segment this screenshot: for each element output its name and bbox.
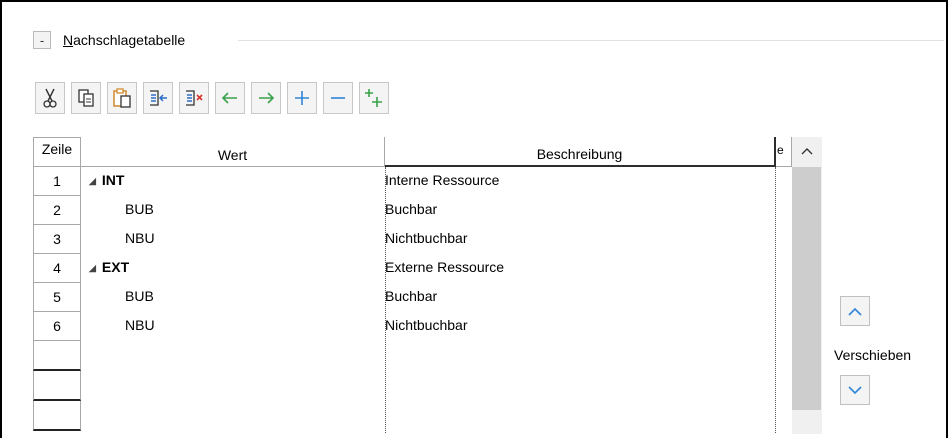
- chevron-down-icon: [848, 385, 862, 394]
- cut-button[interactable]: [35, 82, 65, 114]
- cut-icon: [43, 88, 57, 108]
- tree-expand-icon[interactable]: ◢: [89, 176, 96, 187]
- empty-row[interactable]: [33, 401, 776, 431]
- scrollbar-thumb[interactable]: [792, 167, 821, 410]
- collapse-all-button[interactable]: [323, 82, 353, 114]
- empty-row[interactable]: [33, 341, 776, 371]
- table-row[interactable]: 5 BUB Buchbar: [33, 283, 776, 312]
- row-number[interactable]: 1: [33, 167, 81, 196]
- group-title-rest: achschlagetabelle: [73, 32, 186, 48]
- group-divider: [238, 40, 944, 41]
- column-header-zeile[interactable]: Zeile: [33, 137, 81, 167]
- group-header: - Nachschlagetabelle: [33, 29, 185, 51]
- row-value[interactable]: NBU: [125, 230, 155, 246]
- row-value[interactable]: NBU: [125, 317, 155, 333]
- group-title-mnemonic: N: [63, 32, 74, 48]
- collapse-button[interactable]: -: [33, 31, 51, 49]
- paste-icon: [113, 88, 131, 108]
- move-down-button[interactable]: [840, 375, 870, 405]
- empty-row[interactable]: [33, 371, 776, 401]
- row-value[interactable]: ◢ EXT: [89, 259, 129, 275]
- move-label: Verschieben: [834, 347, 912, 363]
- row-value[interactable]: ◢ INT: [89, 172, 124, 188]
- plus-icon: [295, 91, 309, 105]
- copy-icon: [78, 89, 94, 107]
- table-row[interactable]: 4 ◢ EXT Externe Ressource: [33, 254, 776, 283]
- arrow-right-icon: [259, 92, 275, 104]
- delete-row-button[interactable]: [179, 82, 209, 114]
- scroll-up-button[interactable]: [792, 137, 822, 165]
- row-description[interactable]: Externe Ressource: [385, 259, 504, 275]
- row-description[interactable]: Buchbar: [385, 201, 437, 217]
- row-number[interactable]: 2: [33, 196, 81, 225]
- row-number-empty[interactable]: [33, 341, 81, 371]
- table-row[interactable]: 2 BUB Buchbar: [33, 196, 776, 225]
- group-title: Nachschlagetabelle: [63, 32, 185, 48]
- row-value-text: INT: [101, 172, 125, 188]
- toolbar: [35, 82, 395, 114]
- row-value[interactable]: BUB: [125, 201, 154, 217]
- expand-button[interactable]: [287, 82, 317, 114]
- column-header-extra[interactable]: e: [776, 137, 792, 167]
- insert-row-button[interactable]: [143, 82, 173, 114]
- indent-button[interactable]: [251, 82, 281, 114]
- table-row[interactable]: 3 NBU Nichtbuchbar: [33, 225, 776, 254]
- add-child-icon: [365, 89, 382, 107]
- row-description[interactable]: Interne Ressource: [385, 172, 499, 188]
- row-description[interactable]: Buchbar: [385, 288, 437, 304]
- table-row[interactable]: 6 NBU Nichtbuchbar: [33, 312, 776, 341]
- column-header-wert[interactable]: Wert: [81, 137, 385, 167]
- column-header-beschreibung[interactable]: Beschreibung: [385, 137, 776, 167]
- vertical-scrollbar[interactable]: [792, 137, 822, 434]
- tree-expand-icon[interactable]: ◢: [89, 263, 96, 274]
- lookup-table: Zeile Wert Beschreibung e 1 ◢ INT Interne…: [33, 137, 822, 434]
- add-child-button[interactable]: [359, 82, 389, 114]
- table-row[interactable]: 1 ◢ INT Interne Ressource: [33, 167, 776, 196]
- copy-button[interactable]: [71, 82, 101, 114]
- row-description[interactable]: Nichtbuchbar: [385, 317, 468, 333]
- row-number-empty[interactable]: [33, 371, 81, 401]
- delete-row-icon: [186, 90, 203, 106]
- outdent-button[interactable]: [215, 82, 245, 114]
- move-up-button[interactable]: [840, 296, 870, 326]
- row-number[interactable]: 4: [33, 254, 81, 283]
- row-number[interactable]: 3: [33, 225, 81, 254]
- row-value-text: EXT: [101, 259, 130, 275]
- row-value[interactable]: BUB: [125, 288, 154, 304]
- row-number-empty[interactable]: [33, 401, 81, 431]
- row-description[interactable]: Nichtbuchbar: [385, 230, 468, 246]
- row-number[interactable]: 6: [33, 312, 81, 341]
- chevron-up-icon: [801, 148, 813, 155]
- chevron-up-icon: [848, 307, 862, 316]
- row-number[interactable]: 5: [33, 283, 81, 312]
- insert-row-icon: [150, 90, 167, 106]
- arrow-left-icon: [221, 92, 237, 104]
- minus-icon: [331, 97, 345, 99]
- paste-button[interactable]: [107, 82, 137, 114]
